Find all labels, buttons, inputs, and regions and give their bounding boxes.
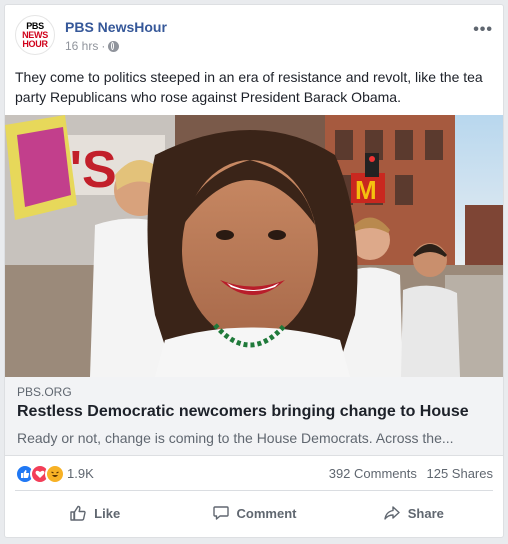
comments-count[interactable]: 392 Comments <box>329 466 417 481</box>
comment-button[interactable]: Comment <box>174 495 333 531</box>
comment-icon <box>212 506 229 520</box>
link-preview-image[interactable]: Y'S M <box>5 115 503 377</box>
link-description: Ready or not, change is coming to the Ho… <box>17 430 454 446</box>
post-timestamp[interactable]: 16 hrs <box>65 39 98 53</box>
meta-separator: · <box>101 39 106 53</box>
photo-illustration: Y'S M <box>5 115 503 377</box>
shares-count[interactable]: 125 Shares <box>427 466 494 481</box>
thumbs-up-icon <box>70 505 86 521</box>
reaction-count[interactable]: 1.9K <box>67 466 94 481</box>
comment-label: Comment <box>236 505 297 521</box>
share-button[interactable]: Share <box>334 495 493 531</box>
post-meta: 16 hrs · <box>65 39 120 53</box>
globe-icon <box>108 40 120 52</box>
comment-share-counts: 392 Comments 125 Shares <box>323 466 493 481</box>
svg-text:M: M <box>355 175 377 205</box>
engagement-stats: 1.9K 392 Comments 125 Shares <box>15 462 493 484</box>
link-title[interactable]: Restless Democratic newcomers bringing c… <box>17 403 469 421</box>
actions-divider <box>15 490 493 491</box>
like-label: Like <box>94 505 121 521</box>
post-actions: Like Comment Share <box>15 495 493 531</box>
feed-post-card: PBS NEWS HOUR PBS NewsHour 16 hrs · ••• … <box>4 4 504 538</box>
avatar-line-3: HOUR <box>22 38 48 49</box>
like-button[interactable]: Like <box>15 495 174 531</box>
share-label: Share <box>407 505 444 521</box>
page-avatar[interactable]: PBS NEWS HOUR <box>15 15 55 55</box>
post-text: They come to politics steeped in an era … <box>15 69 483 105</box>
haha-reaction-icon <box>45 464 65 484</box>
reaction-icons[interactable] <box>15 464 65 484</box>
page-name-link[interactable]: PBS NewsHour <box>65 19 167 35</box>
post-header: PBS NEWS HOUR PBS NewsHour 16 hrs · ••• <box>15 15 493 59</box>
more-options-icon[interactable]: ••• <box>473 21 493 39</box>
link-preview[interactable]: PBS.ORG Restless Democratic newcomers br… <box>5 377 503 456</box>
link-domain: PBS.ORG <box>17 385 72 399</box>
share-arrow-icon <box>384 506 400 520</box>
